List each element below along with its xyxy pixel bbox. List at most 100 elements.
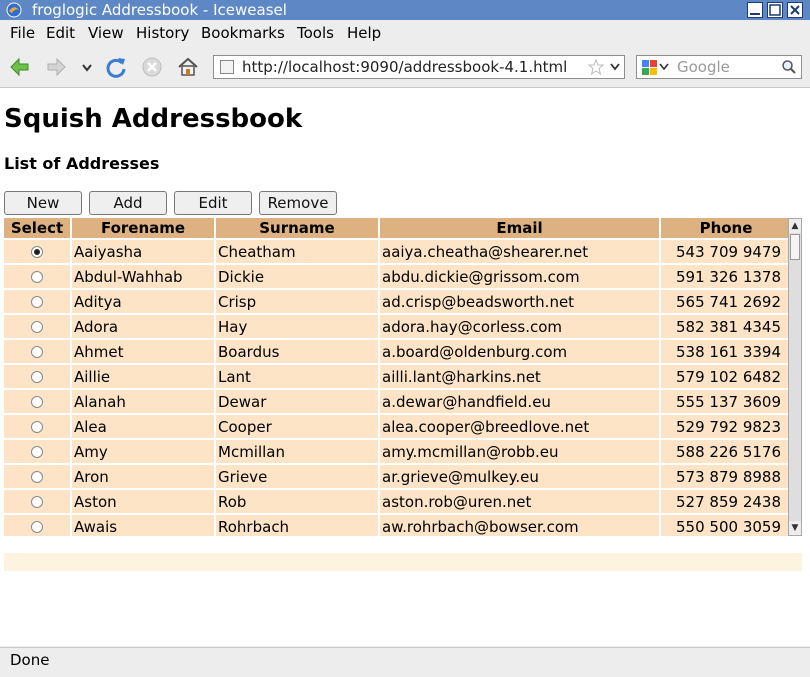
back-icon[interactable]: [8, 55, 32, 79]
header-forename[interactable]: Forename: [72, 218, 214, 238]
close-icon: [790, 5, 800, 15]
table-footer-strip: [4, 553, 802, 571]
select-cell: [4, 340, 70, 363]
select-cell: [4, 515, 70, 536]
close-window-button[interactable]: [787, 2, 803, 18]
url-bar[interactable]: http://localhost:9090/addressbook-4.1.ht…: [213, 55, 625, 79]
header-surname[interactable]: Surname: [216, 218, 378, 238]
search-icon[interactable]: [781, 59, 797, 75]
table-row[interactable]: Aillie Lant ailli.lant@harkins.net 579 102 …: [4, 365, 789, 388]
surname-cell: Grieve: [216, 465, 378, 488]
row-select-radio[interactable]: [31, 246, 43, 258]
surname-cell: Crisp: [216, 290, 378, 313]
phone-cell: 527 859 2438: [661, 490, 789, 513]
scroll-thumb[interactable]: [790, 234, 800, 260]
search-box[interactable]: Google: [636, 55, 802, 79]
menu-history[interactable]: History: [136, 24, 189, 42]
menu-tools[interactable]: Tools: [297, 24, 334, 42]
search-input[interactable]: Google: [677, 58, 730, 76]
google-icon[interactable]: [641, 59, 659, 77]
phone-cell: 529 792 9823: [661, 415, 789, 438]
email-cell: abdu.dickie@grissom.com: [380, 265, 659, 288]
row-select-radio[interactable]: [31, 521, 43, 533]
email-cell: ad.crisp@beadsworth.net: [380, 290, 659, 313]
phone-cell: 565 741 2692: [661, 290, 789, 313]
menu-bookmarks[interactable]: Bookmarks: [201, 24, 285, 42]
table-row[interactable]: Abdul-Wahhab Dickie abdu.dickie@grissom.co…: [4, 265, 789, 288]
new-button[interactable]: New: [4, 191, 82, 215]
phone-cell: 538 161 3394: [661, 340, 789, 363]
forward-icon[interactable]: [44, 55, 68, 79]
select-cell: [4, 390, 70, 413]
phone-cell: 582 381 4345: [661, 315, 789, 338]
table-row[interactable]: Ahmet Boardus a.board@oldenburg.com 538 161…: [4, 340, 789, 363]
page-content: Squish Addressbook List of Addresses New…: [0, 88, 810, 646]
header-phone[interactable]: Phone: [661, 218, 789, 238]
menu-bar: File Edit View History Bookmarks Tools H…: [0, 22, 810, 46]
header-email[interactable]: Email: [380, 218, 659, 238]
table-row[interactable]: Awais Rohrbach aw.rohrbach@bowser.com 550 5…: [4, 515, 789, 536]
email-cell: a.dewar@handfield.eu: [380, 390, 659, 413]
edit-button[interactable]: Edit: [174, 191, 252, 215]
table-row[interactable]: Adora Hay adora.hay@corless.com 582 381 434…: [4, 315, 789, 338]
row-select-radio[interactable]: [31, 471, 43, 483]
page-favicon-icon: [220, 60, 234, 74]
surname-cell: Rob: [216, 490, 378, 513]
minimize-button[interactable]: [747, 2, 763, 18]
forename-cell: Alanah: [72, 390, 214, 413]
forename-cell: Adora: [72, 315, 214, 338]
phone-cell: 573 879 8988: [661, 465, 789, 488]
phone-cell: 555 137 3609: [661, 390, 789, 413]
menu-help[interactable]: Help: [347, 24, 381, 42]
forename-cell: Aston: [72, 490, 214, 513]
table-row[interactable]: Amy Mcmillan amy.mcmillan@robb.eu 588 226 5…: [4, 440, 789, 463]
table-row[interactable]: Aron Grieve ar.grieve@mulkey.eu 573 879 898…: [4, 465, 789, 488]
status-bar: Done: [0, 647, 810, 677]
history-dropdown-icon[interactable]: [78, 55, 96, 79]
email-cell: alea.cooper@breedlove.net: [380, 415, 659, 438]
row-select-radio[interactable]: [31, 446, 43, 458]
surname-cell: Rohrbach: [216, 515, 378, 536]
table-row[interactable]: Alea Cooper alea.cooper@breedlove.net 529 7…: [4, 415, 789, 438]
table-row[interactable]: Aditya Crisp ad.crisp@beadsworth.net 565 74…: [4, 290, 789, 313]
row-select-radio[interactable]: [31, 496, 43, 508]
table-row[interactable]: Aston Rob aston.rob@uren.net 527 859 2438: [4, 490, 789, 513]
header-select[interactable]: Select: [4, 218, 70, 238]
search-engine-dropdown-icon[interactable]: [659, 63, 669, 71]
url-text[interactable]: http://localhost:9090/addressbook-4.1.ht…: [242, 58, 567, 76]
surname-cell: Mcmillan: [216, 440, 378, 463]
bookmark-star-icon[interactable]: [588, 59, 604, 75]
maximize-icon: [769, 4, 781, 16]
minimize-icon: [750, 13, 760, 15]
row-select-radio[interactable]: [31, 271, 43, 283]
url-dropdown-icon[interactable]: [609, 62, 621, 72]
surname-cell: Dickie: [216, 265, 378, 288]
scroll-up-arrow-icon[interactable]: ▲: [789, 219, 801, 233]
remove-button[interactable]: Remove: [259, 191, 337, 215]
row-select-radio[interactable]: [31, 421, 43, 433]
table-row[interactable]: Aaiyasha Cheatham aaiya.cheatha@shearer.ne…: [4, 240, 789, 263]
home-icon[interactable]: [176, 55, 200, 79]
table-scrollbar[interactable]: ▲ ▼: [788, 218, 802, 536]
reload-icon[interactable]: [104, 55, 128, 79]
menu-view[interactable]: View: [88, 24, 124, 42]
row-select-radio[interactable]: [31, 396, 43, 408]
menu-file[interactable]: File: [10, 24, 35, 42]
table-row[interactable]: Alanah Dewar a.dewar@handfield.eu 555 137 3…: [4, 390, 789, 413]
maximize-button[interactable]: [767, 2, 783, 18]
select-cell: [4, 240, 70, 263]
menu-edit[interactable]: Edit: [46, 24, 75, 42]
table-header-row: Select Forename Surname Email Phone: [4, 218, 789, 238]
add-button[interactable]: Add: [89, 191, 167, 215]
row-select-radio[interactable]: [31, 296, 43, 308]
row-select-radio[interactable]: [31, 371, 43, 383]
row-select-radio[interactable]: [31, 321, 43, 333]
stop-icon[interactable]: [140, 55, 164, 79]
scroll-down-arrow-icon[interactable]: ▼: [789, 521, 801, 535]
row-select-radio[interactable]: [31, 346, 43, 358]
window-title: froglogic Addressbook - Iceweasel: [32, 1, 287, 19]
iceweasel-app-icon: [6, 2, 22, 18]
select-cell: [4, 365, 70, 388]
phone-cell: 591 326 1378: [661, 265, 789, 288]
address-table: Select Forename Surname Email Phone Aaiy…: [4, 218, 789, 536]
